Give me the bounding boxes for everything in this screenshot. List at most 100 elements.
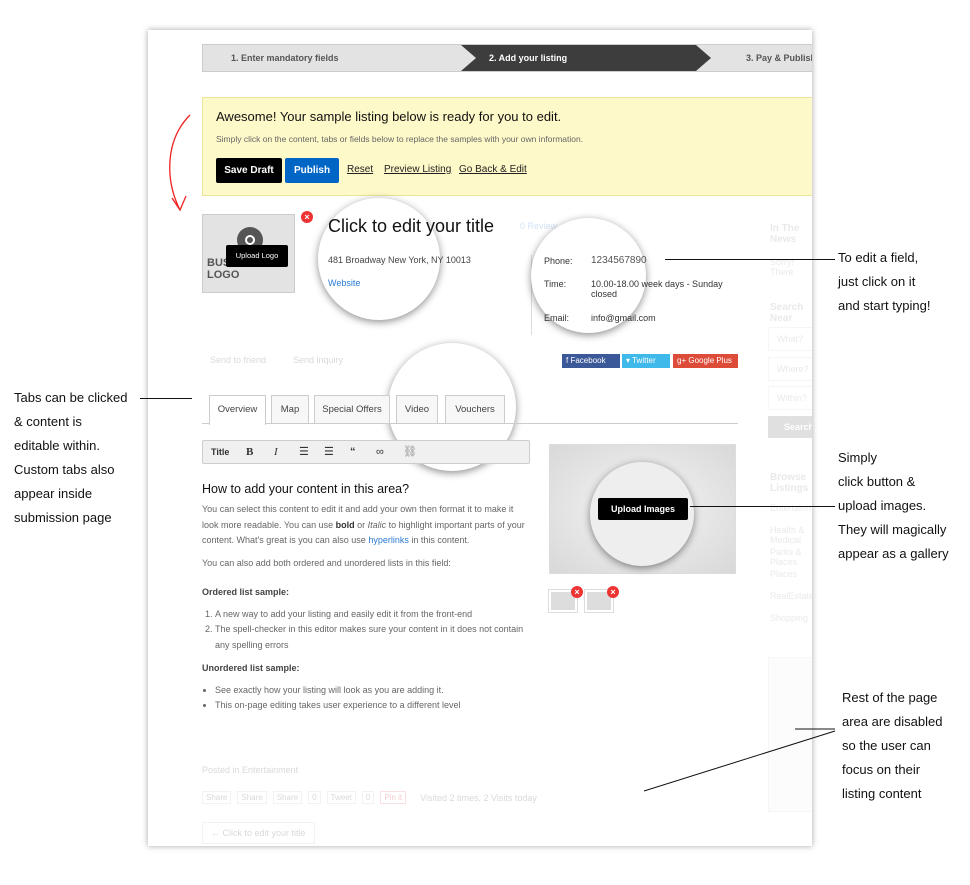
ordered-list-title: Ordered list sample: [202, 587, 290, 597]
content-paragraph-2: You can also add both ordered and unorde… [202, 557, 451, 568]
pointer-line [140, 398, 192, 399]
tab-video[interactable]: Video [396, 395, 438, 423]
content-paragraph-1: You can select this content to edit it a… [202, 504, 525, 545]
quote-icon[interactable]: “ [350, 441, 356, 463]
go-back-edit-link[interactable]: Go Back & Edit [459, 164, 527, 175]
remove-image-icon[interactable]: × [607, 586, 619, 598]
step-2: 2. Add your listing [461, 45, 711, 71]
content-heading: How to add your content in this area? [202, 482, 410, 496]
annotation-images: Simply click button & upload images. They w… [838, 450, 949, 561]
phone-field[interactable]: 1234567890 [591, 255, 647, 266]
visit-count: Visited 2 times, 2 Visits today [420, 792, 537, 803]
listing-address[interactable]: 481 Broadway New York, NY 10013 [328, 255, 471, 265]
gplus-count: 0 [308, 791, 321, 804]
where-input[interactable]: Where? [768, 357, 812, 381]
facebook-label: Facebook [570, 356, 606, 365]
previous-listing-link[interactable]: ← Click to edit your title [202, 822, 315, 844]
list-item: The spell-checker in this editor makes s… [215, 622, 530, 653]
logo-box[interactable]: BUSINESS LOGO Upload Logo [202, 214, 295, 293]
unordered-list-icon[interactable]: ☰ [324, 441, 334, 463]
time-field[interactable]: 10.00-18.00 week days - Sunday closed [591, 279, 726, 299]
category-item[interactable]: Shopping [770, 613, 808, 623]
editor-toolbar: Title B I ☰ ☰ “ ∞ ⛓ [202, 440, 530, 464]
email-field[interactable]: info@gmail.com [591, 313, 656, 323]
save-draft-button[interactable]: Save Draft [216, 158, 282, 183]
news-heading: In The News [770, 223, 800, 245]
title-format-button[interactable]: Title [211, 441, 229, 463]
what-input[interactable]: What? [768, 327, 812, 351]
notice-box: Awesome! Your sample listing below is re… [202, 97, 812, 196]
google-plus-icon: g+ [677, 356, 689, 365]
category-item[interactable]: Parks & Places [770, 547, 812, 567]
upload-images-button[interactable]: Upload Images [598, 498, 688, 520]
send-to-friend-link[interactable]: Send to friend [210, 355, 266, 365]
review-count[interactable]: 0 Review [520, 221, 557, 231]
pin-it-button[interactable]: Pin it [380, 791, 407, 804]
publish-button[interactable]: Publish [285, 158, 339, 183]
unordered-list-title: Unordered list sample: [202, 663, 300, 673]
time-label: Time: [544, 279, 567, 289]
google-plus-label: Google Plus [688, 356, 732, 365]
annotation-disabled: Rest of the page area are disabled so the … [842, 690, 943, 801]
ordered-list: A new way to add your listing and easily… [215, 607, 530, 654]
remove-image-icon[interactable]: × [571, 586, 583, 598]
step-1: 1. Enter mandatory fields [231, 53, 339, 63]
tweet-button[interactable]: Tweet [326, 791, 356, 804]
annotation-tabs: Tabs can be clicked & content is editable … [14, 390, 128, 525]
page-panel: 1. Enter mandatory fields 2. Add your li… [148, 30, 812, 846]
twitter-label: Twitter [632, 356, 656, 365]
send-inquiry-link[interactable]: Send inquiry [293, 355, 343, 365]
tab-special-offers[interactable]: Special Offers [314, 395, 390, 423]
share-button[interactable]: Share [202, 791, 232, 804]
facebook-button[interactable]: f Facebook [562, 354, 620, 368]
website-link[interactable]: Website [328, 278, 360, 288]
curved-arrow-icon [169, 114, 191, 212]
facebook-share-button[interactable]: Share [237, 791, 267, 804]
share-bar: Share Share Share 0 Tweet 0 Pin it Visit… [202, 791, 537, 804]
twitter-button[interactable]: ▾ Twitter [622, 354, 670, 368]
notice-title: Awesome! Your sample listing below is re… [216, 109, 562, 124]
search-heading: Search Near [770, 302, 804, 324]
pointer-line [690, 506, 835, 507]
email-label: Email: [544, 313, 570, 323]
pointer-line [665, 259, 835, 260]
bold-button[interactable]: B [246, 441, 253, 463]
progress-steps: 1. Enter mandatory fields 2. Add your li… [202, 44, 812, 72]
category-link[interactable]: Entertainment [242, 765, 298, 775]
category-item[interactable]: Entertainment [770, 503, 812, 513]
search-button[interactable]: Search [768, 416, 812, 438]
step-3: 3. Pay & Publish [746, 53, 812, 63]
category-item[interactable]: RealEstate [770, 591, 812, 601]
posted-in: Posted in Entertainment [202, 765, 299, 775]
category-item[interactable]: Health & Medical [770, 525, 812, 545]
italic-button[interactable]: I [274, 441, 278, 463]
list-item: See exactly how your listing will look a… [215, 683, 530, 699]
pointer-lines [643, 728, 836, 792]
reset-link[interactable]: Reset [347, 164, 373, 175]
preview-listing-link[interactable]: Preview Listing [384, 164, 451, 175]
phone-label: Phone: [544, 256, 573, 266]
remove-logo-icon[interactable]: × [301, 211, 313, 223]
upload-logo-button[interactable]: Upload Logo [226, 245, 288, 267]
browse-heading: Browse Listings [770, 472, 809, 494]
tab-map[interactable]: Map [271, 395, 309, 423]
hyperlink[interactable]: hyperlinks [368, 535, 409, 545]
content-area[interactable]: How to add your content in this area? Yo… [202, 482, 530, 714]
notice-subtitle: Simply click on the content, tabs or fie… [216, 134, 584, 144]
tab-overview[interactable]: Overview [209, 395, 266, 425]
list-item: This on-page editing takes user experien… [215, 698, 530, 714]
news-text: Sorry! There [770, 257, 795, 277]
tweet-count: 0 [361, 791, 375, 804]
google-plus-button[interactable]: g+ Google Plus [673, 354, 738, 368]
list-item: A new way to add your listing and easily… [215, 607, 530, 623]
link-icon[interactable]: ∞ [376, 441, 384, 463]
tab-vouchers[interactable]: Vouchers [445, 395, 505, 423]
ordered-list-icon[interactable]: ☰ [299, 441, 309, 463]
category-item[interactable]: Places [770, 569, 797, 579]
within-input[interactable]: Within? [768, 386, 812, 410]
listing-title[interactable]: Click to edit your title [328, 216, 494, 237]
unlink-icon[interactable]: ⛓ [403, 441, 417, 463]
annotation-edit-field: To edit a field, just click on it and star… [838, 250, 931, 313]
unordered-list: See exactly how your listing will look a… [215, 683, 530, 714]
gplus-share-button[interactable]: Share [272, 791, 303, 804]
